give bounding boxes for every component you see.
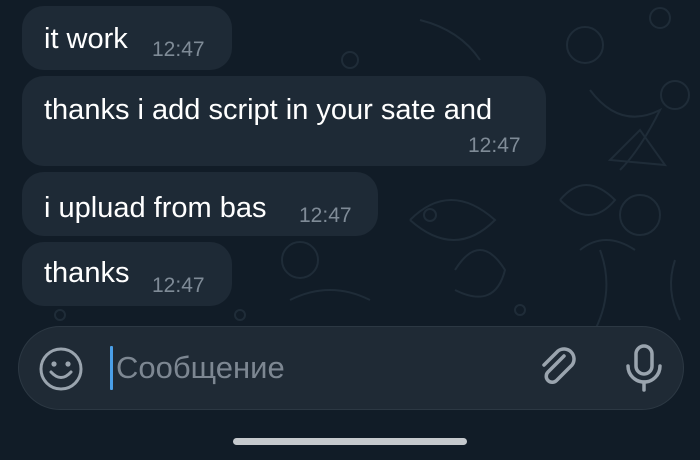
paperclip-icon[interactable] (534, 344, 582, 392)
message-text: thanks i add script in your sate and (44, 94, 493, 126)
message-input[interactable] (112, 342, 516, 394)
microphone-icon[interactable] (622, 342, 666, 394)
home-indicator[interactable] (233, 438, 467, 445)
emoji-icon[interactable] (38, 346, 84, 392)
message-text: thanks (44, 257, 130, 289)
message-time: 12:47 (299, 204, 352, 227)
message-text: i upluad from bas (44, 192, 267, 224)
message-text: it work (44, 23, 128, 55)
message-time: 12:47 (468, 134, 521, 157)
message-time: 12:47 (152, 38, 205, 61)
message-time: 12:47 (152, 274, 205, 297)
